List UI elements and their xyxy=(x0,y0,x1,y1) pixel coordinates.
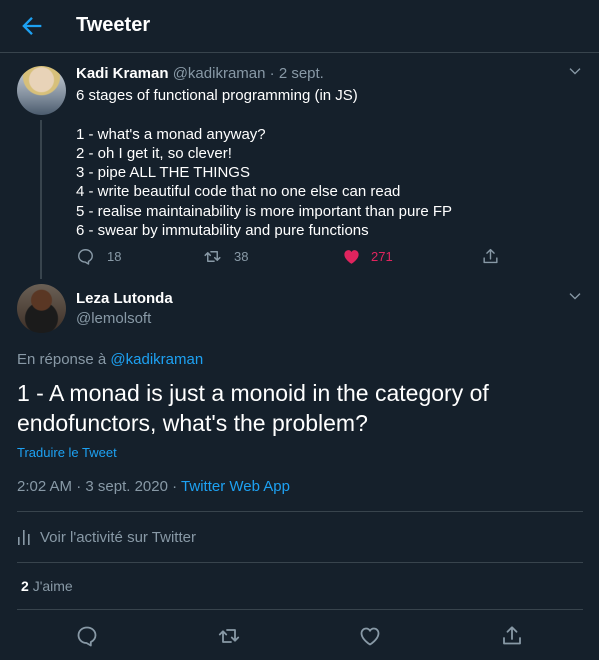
view-activity-link[interactable]: Voir l'activité sur Twitter xyxy=(17,527,196,547)
tweet-meta: 2:02 AM · 3 sept. 2020 · Twitter Web App xyxy=(17,478,290,495)
likes-summary[interactable]: 2 J'aime xyxy=(21,578,73,594)
like-button[interactable]: 271 xyxy=(342,245,393,267)
retweet-icon[interactable] xyxy=(217,624,241,648)
page-header: Tweeter xyxy=(0,0,599,53)
thread-connector xyxy=(40,120,42,279)
tweet-line: 5 - realise maintainability is more impo… xyxy=(76,202,452,220)
likes-count: 2 xyxy=(21,578,29,594)
avatar[interactable] xyxy=(17,284,66,333)
translate-link[interactable]: Traduire le Tweet xyxy=(17,445,117,460)
author-handle[interactable]: @lemolsoft xyxy=(76,310,151,327)
parent-tweet-header: Kadi Kraman @kadikraman · 2 sept. xyxy=(76,65,324,82)
avatar[interactable] xyxy=(17,66,66,115)
tweet-line: 1 - what's a monad anyway? xyxy=(76,125,266,143)
reply-handle-link[interactable]: @kadikraman xyxy=(110,351,203,368)
author-name[interactable]: Leza Lutonda xyxy=(76,290,173,307)
separator: · xyxy=(172,478,178,495)
reply-button[interactable]: 18 xyxy=(76,245,121,267)
author-handle[interactable]: @kadikraman xyxy=(173,65,266,82)
page-title: Tweeter xyxy=(76,14,151,36)
likes-label: J'aime xyxy=(32,578,73,594)
comment-icon[interactable] xyxy=(75,624,99,648)
separator: · xyxy=(76,478,82,495)
comment-icon xyxy=(78,248,93,265)
divider xyxy=(17,609,583,610)
tweet-actions: 18 38 271 xyxy=(76,245,506,267)
reply-prefix: En réponse à xyxy=(17,351,107,368)
share-icon xyxy=(483,248,498,263)
heart-filled-icon xyxy=(344,249,359,264)
reply-count: 18 xyxy=(107,248,122,264)
tweet-line xyxy=(76,105,452,124)
share-button[interactable] xyxy=(481,245,512,267)
tweet-date[interactable]: 3 sept. 2020 xyxy=(85,478,168,495)
retweet-icon xyxy=(204,250,221,262)
separator: · xyxy=(269,65,275,82)
divider xyxy=(17,511,583,512)
retweet-count: 38 xyxy=(234,248,249,264)
arrow-left-icon[interactable] xyxy=(18,12,46,40)
tweet-line: 4 - write beautiful code that no one els… xyxy=(76,183,401,201)
tweet-line: 3 - pipe ALL THE THINGS xyxy=(76,164,250,182)
tweet-date[interactable]: 2 sept. xyxy=(279,65,324,82)
author-name[interactable]: Kadi Kraman xyxy=(76,65,169,82)
chevron-down-icon[interactable] xyxy=(567,64,583,80)
tweet-time[interactable]: 2:02 AM xyxy=(17,478,72,495)
share-icon[interactable] xyxy=(500,624,524,648)
chevron-down-icon[interactable] xyxy=(567,289,583,305)
tweet-line: 2 - oh I get it, so clever! xyxy=(76,144,232,162)
tweet-line: 6 - swear by immutability and pure funct… xyxy=(76,222,369,240)
heart-icon[interactable] xyxy=(358,624,382,648)
main-tweet-text: 1 - A monad is just a monoid in the cate… xyxy=(17,380,489,436)
bar-chart-icon xyxy=(18,530,30,545)
tweet-line: 6 stages of functional programming (in J… xyxy=(76,87,358,104)
source-link[interactable]: Twitter Web App xyxy=(181,478,290,495)
tweet-text: 6 stages of functional programming (in J… xyxy=(76,86,452,240)
reply-context: En réponse à @kadikraman xyxy=(17,351,203,368)
retweet-button[interactable]: 38 xyxy=(203,245,248,267)
divider xyxy=(17,562,583,563)
like-count: 271 xyxy=(371,248,393,264)
activity-label: Voir l'activité sur Twitter xyxy=(40,528,196,546)
